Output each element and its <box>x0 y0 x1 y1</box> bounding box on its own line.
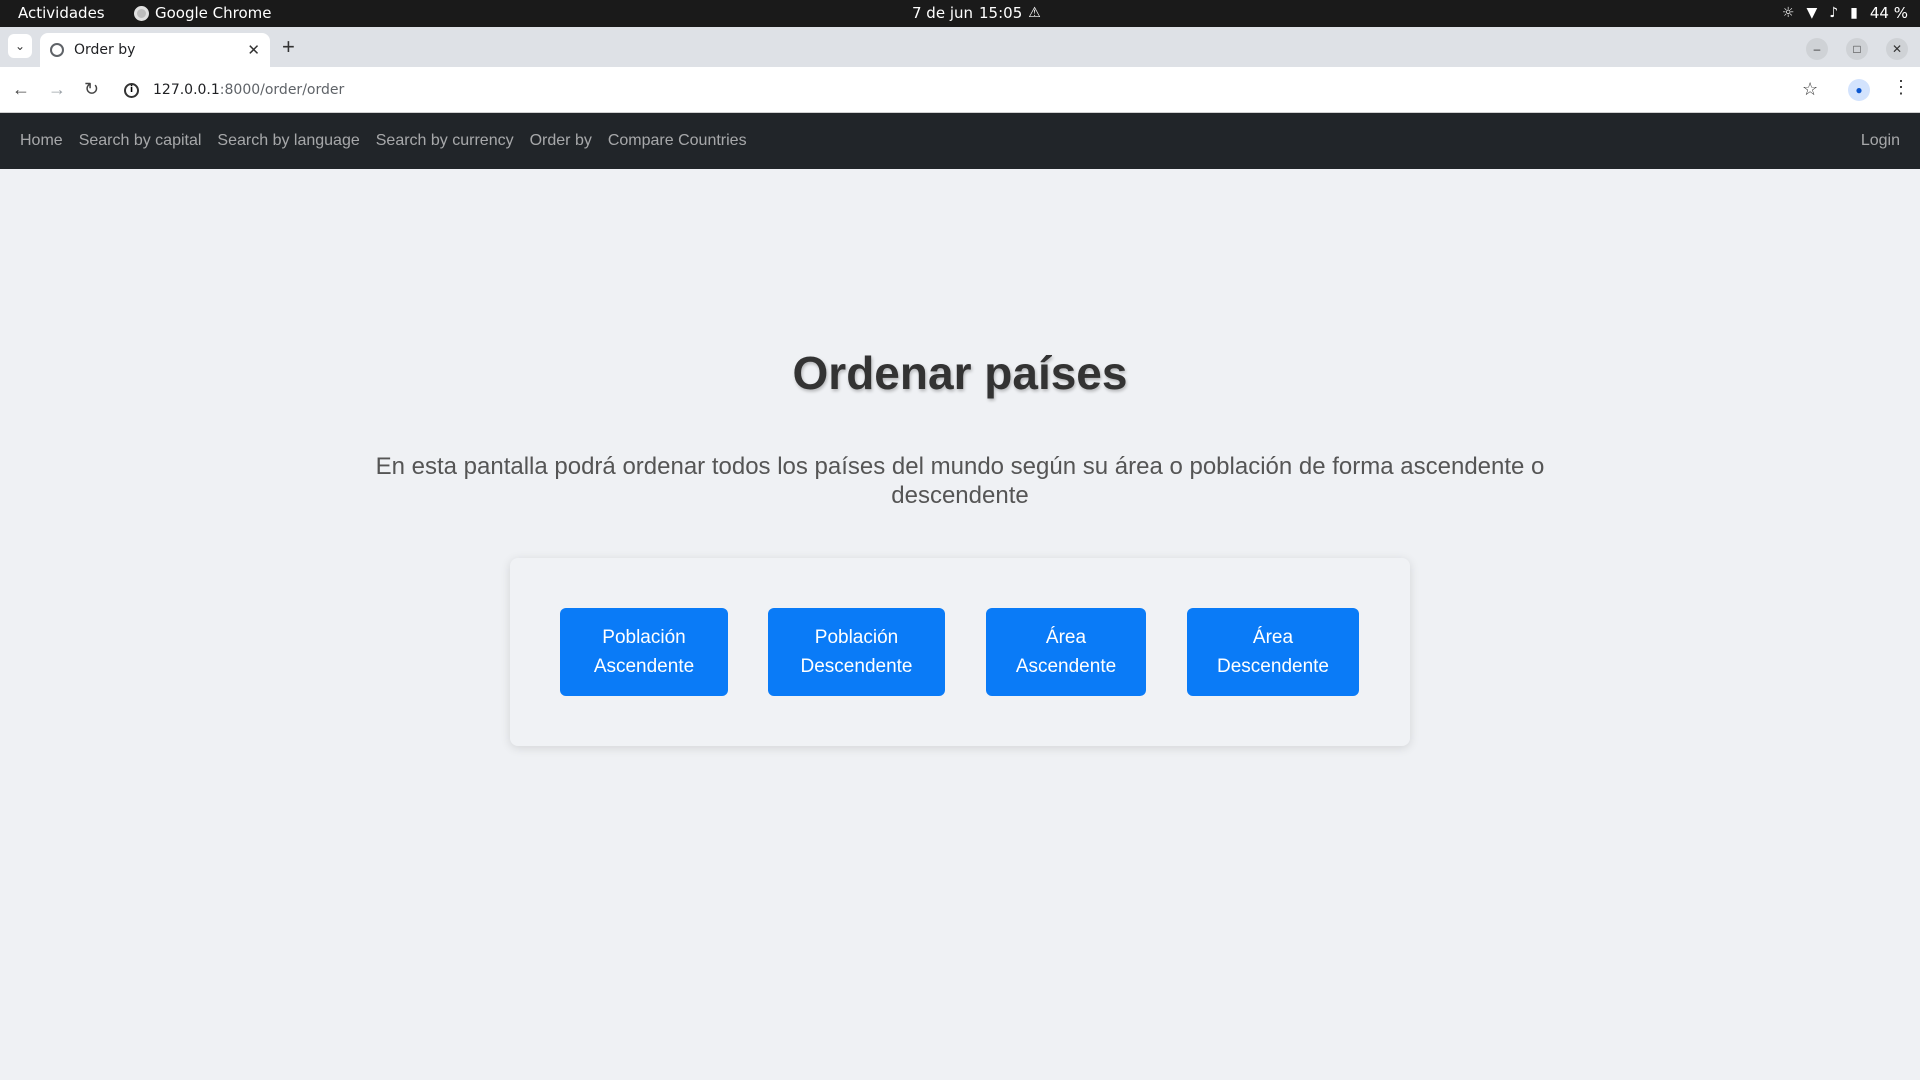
app-menu[interactable]: Google Chrome <box>134 4 272 22</box>
back-arrow-icon[interactable]: ← <box>12 79 30 99</box>
app-name-label: Google Chrome <box>155 4 272 22</box>
menu-kebab-icon[interactable]: ⋮ <box>1892 77 1910 98</box>
forward-arrow-icon[interactable]: → <box>48 79 66 99</box>
clock[interactable]: 7 de jun 15:05 ⚠ <box>912 4 1041 22</box>
nav-link-search-by-capital[interactable]: Search by capital <box>79 132 202 150</box>
button-label-line1: Área <box>1252 627 1294 648</box>
close-tab-icon[interactable]: ✕ <box>247 41 260 59</box>
nav-link-search-by-currency[interactable]: Search by currency <box>376 132 514 150</box>
activities-button[interactable]: Actividades <box>18 4 105 22</box>
bookmark-star-icon[interactable]: ☆ <box>1802 79 1818 100</box>
tab-strip: ⌄ Order by ✕ + – □ ✕ <box>0 27 1920 67</box>
new-tab-button[interactable]: + <box>282 35 295 59</box>
button-label-line1: Población <box>814 627 899 648</box>
minimize-button[interactable]: – <box>1806 38 1828 60</box>
browser-toolbar: ← → ↻ i 127.0.0.1 :8000/order/order ☆ ● … <box>0 67 1920 113</box>
tab-title: Order by <box>74 42 136 58</box>
login-link[interactable]: Login <box>1861 113 1900 169</box>
brightness-icon: ☼ <box>1781 5 1795 21</box>
wifi-icon: ▼ <box>1806 5 1818 21</box>
system-tray[interactable]: ☼ ▼ ♪ ▮ 44 % <box>1782 4 1908 22</box>
area-ascending-button[interactable]: Área Ascendente <box>986 608 1146 696</box>
page-description: En esta pantalla podrá ordenar todos los… <box>375 453 1545 509</box>
page-title: Ordenar países <box>792 347 1128 399</box>
site-info-icon[interactable]: i <box>124 82 139 98</box>
battery-icon: ▮ <box>1850 5 1858 21</box>
nav-links: Home Search by capital Search by languag… <box>20 113 747 169</box>
profile-avatar-icon[interactable]: ● <box>1848 79 1870 101</box>
notification-bell-icon: ⚠ <box>1028 5 1041 21</box>
volume-icon: ♪ <box>1829 5 1839 21</box>
nav-link-home[interactable]: Home <box>20 132 63 150</box>
tab-search-button[interactable]: ⌄ <box>8 34 32 58</box>
population-ascending-button[interactable]: Población Ascendente <box>560 608 728 696</box>
globe-icon <box>50 43 64 57</box>
button-label-line2: Ascendente <box>1015 656 1117 677</box>
url-path: :8000/order/order <box>219 82 345 98</box>
button-label-line1: Área <box>1045 627 1087 648</box>
button-label-line2: Descendente <box>800 656 913 677</box>
button-label-line2: Descendente <box>1217 656 1329 677</box>
system-top-bar: Actividades Google Chrome 7 de jun 15:05… <box>0 0 1920 27</box>
button-label-line1: Población <box>602 627 686 648</box>
nav-link-order-by[interactable]: Order by <box>530 132 592 150</box>
time-label: 15:05 <box>979 4 1023 22</box>
battery-percent: 44 % <box>1869 4 1908 22</box>
site-navbar: Home Search by capital Search by languag… <box>0 113 1920 169</box>
maximize-button[interactable]: □ <box>1846 38 1868 60</box>
url-host: 127.0.0.1 <box>153 82 220 98</box>
chrome-icon <box>134 5 149 21</box>
date-label: 7 de jun <box>912 4 974 22</box>
browser-tab[interactable]: Order by ✕ <box>40 33 270 67</box>
order-options-card: Población Ascendente Población Descenden… <box>510 558 1410 746</box>
reload-icon[interactable]: ↻ <box>84 79 99 99</box>
area-descending-button[interactable]: Área Descendente <box>1187 608 1359 696</box>
button-label-line2: Ascendente <box>593 656 695 677</box>
address-bar[interactable]: i 127.0.0.1 :8000/order/order <box>124 73 1834 107</box>
nav-link-compare-countries[interactable]: Compare Countries <box>608 132 747 150</box>
population-descending-button[interactable]: Población Descendente <box>768 608 945 696</box>
chevron-down-icon: ⌄ <box>14 39 26 53</box>
nav-link-search-by-language[interactable]: Search by language <box>217 132 359 150</box>
close-window-button[interactable]: ✕ <box>1886 38 1908 60</box>
